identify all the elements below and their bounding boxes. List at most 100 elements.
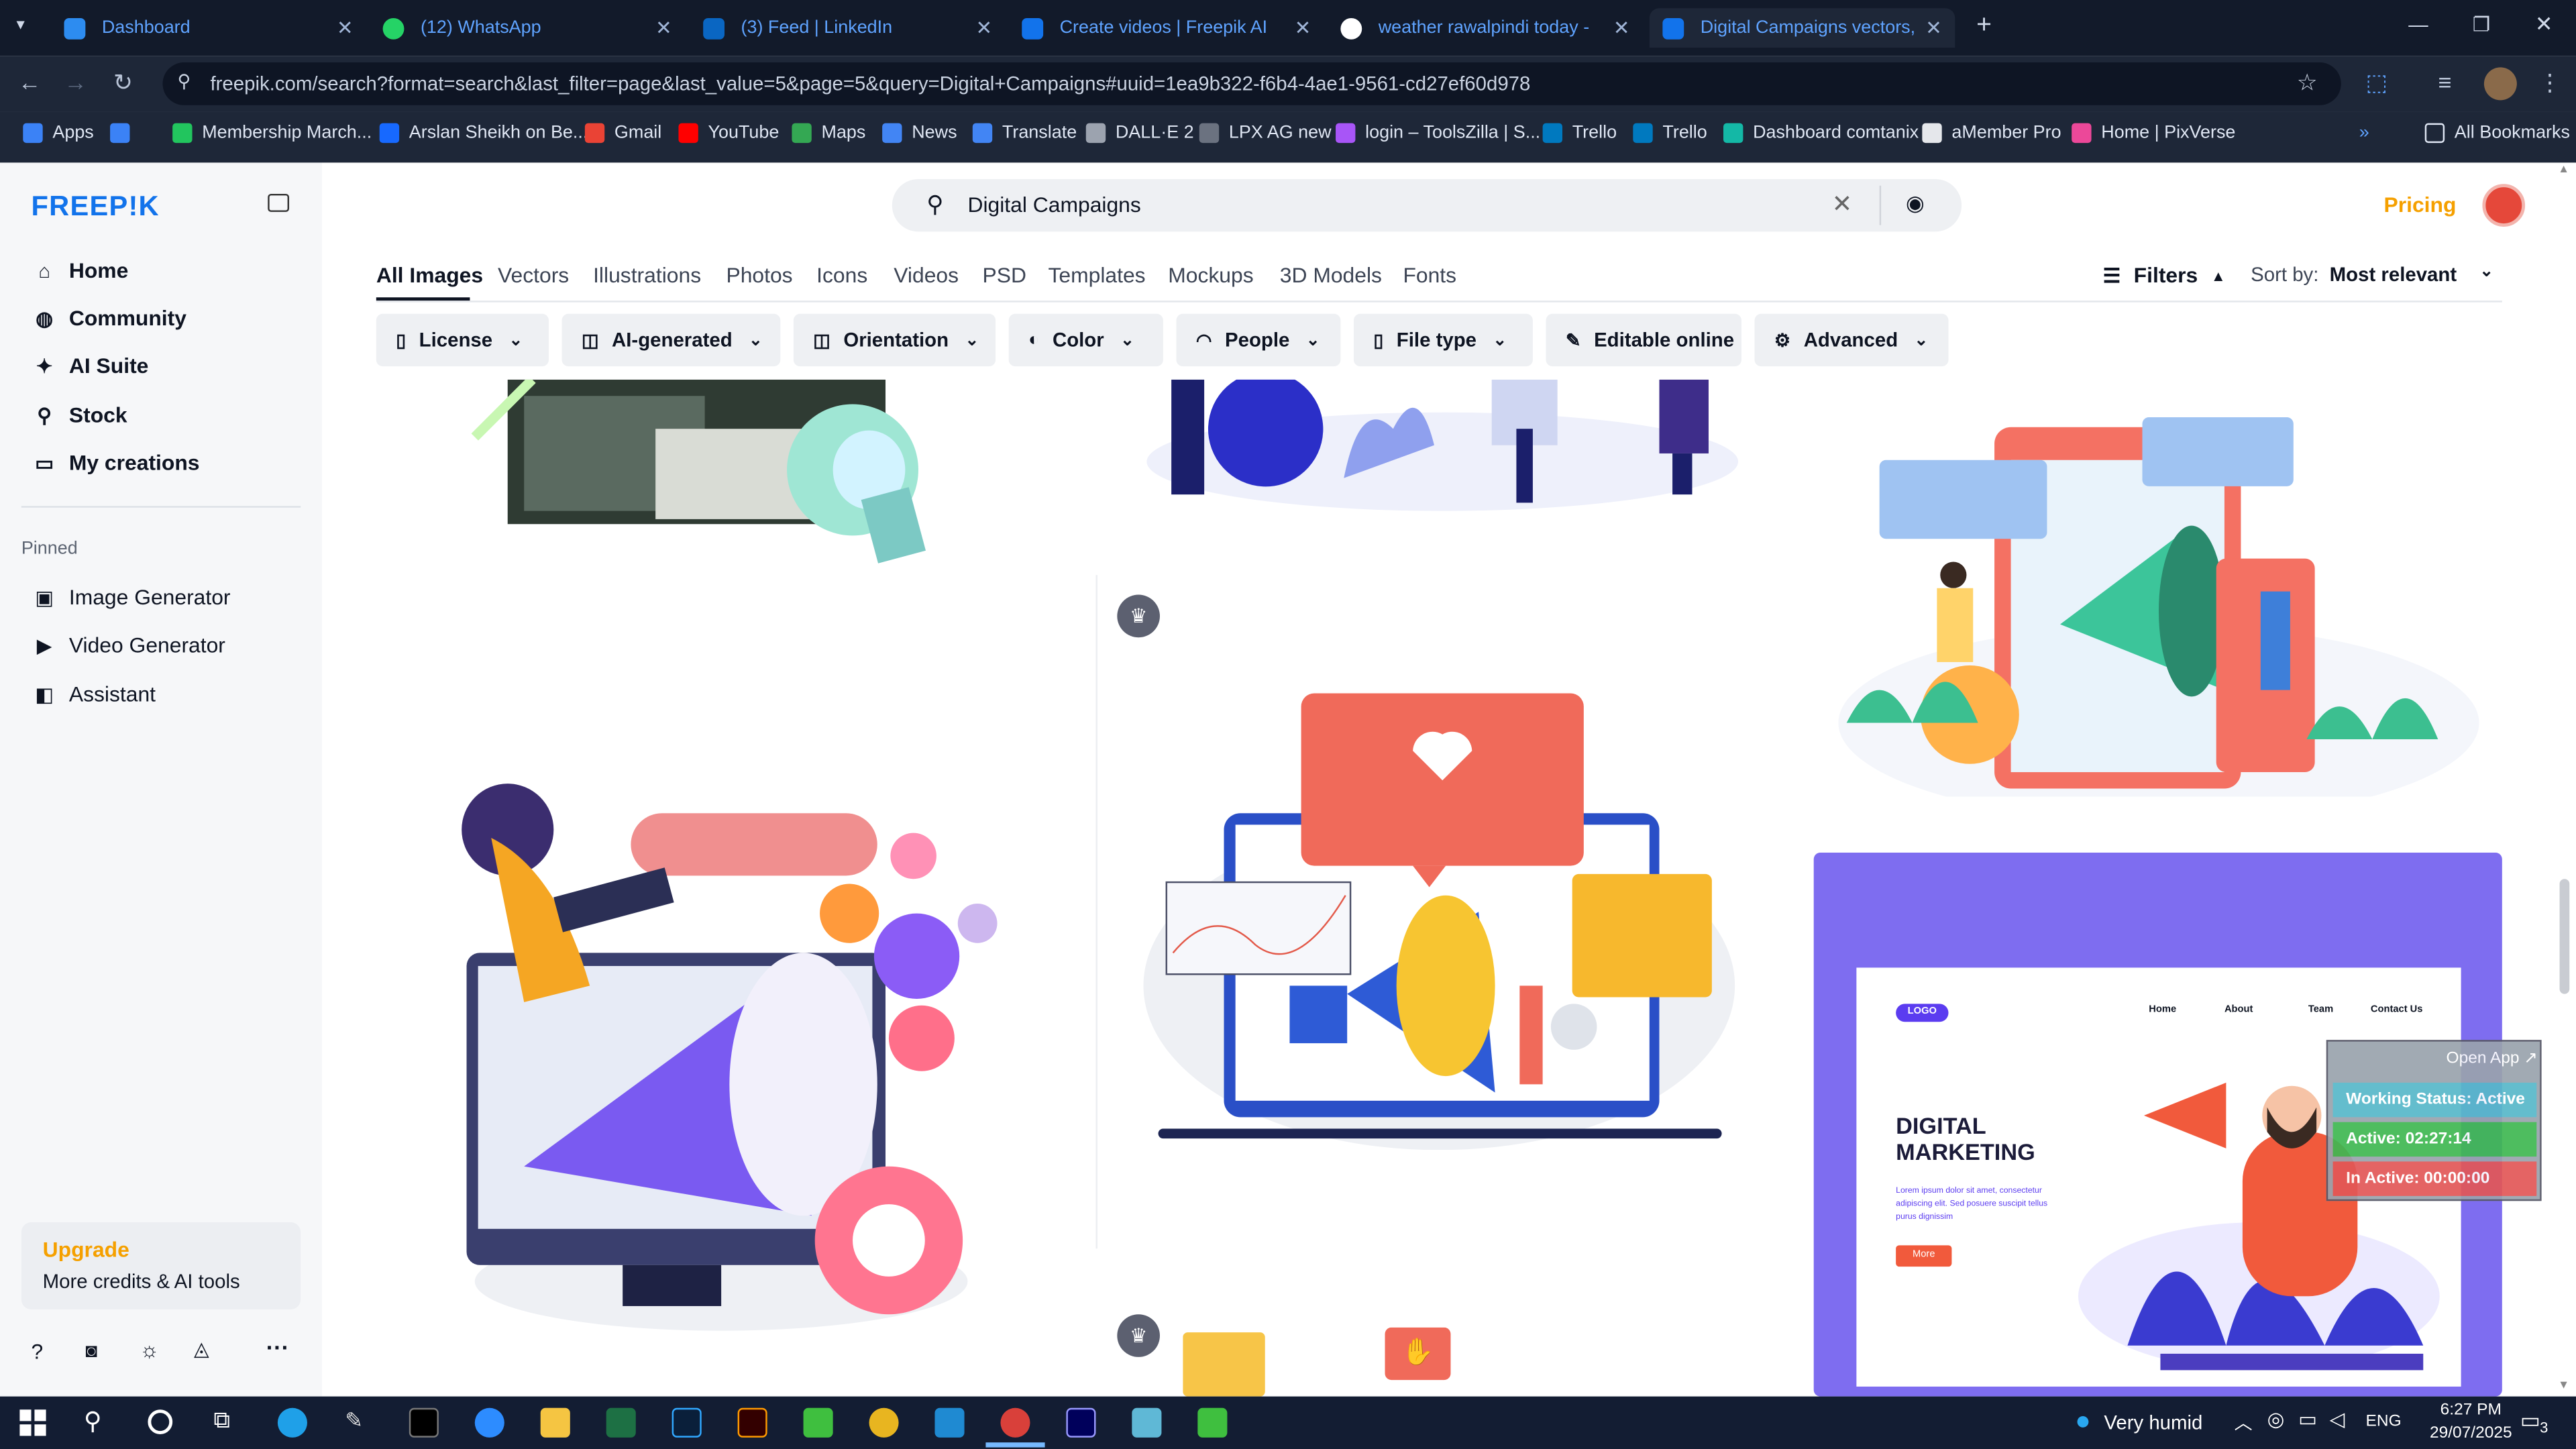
filter-advanced[interactable]: ⚙ Advanced ⌄: [1754, 313, 1949, 367]
image-card-megaphone-phone[interactable]: [1814, 394, 2502, 797]
terminal-icon[interactable]: [409, 1407, 439, 1438]
filters-toggle[interactable]: ☰ Filters ▲: [2103, 263, 2226, 288]
minimize-button[interactable]: —: [2408, 13, 2428, 36]
filter-orientation[interactable]: ◫ Orientation ⌄: [793, 313, 996, 367]
excel-icon[interactable]: [606, 1407, 636, 1438]
omnibox[interactable]: ⚲ freepik.com/search?format=search&last_…: [162, 62, 2341, 105]
image-card-team-marketing[interactable]: [1097, 379, 1784, 574]
edge-icon[interactable]: [277, 1407, 307, 1438]
scroll-down-arrow[interactable]: ▼: [2558, 1380, 2569, 1391]
tab-illustrations[interactable]: Illustrations: [593, 263, 701, 288]
restore-button[interactable]: ❐: [2473, 13, 2490, 36]
filter-license[interactable]: ▯ License ⌄: [376, 313, 549, 367]
tab-psd[interactable]: PSD: [983, 263, 1026, 288]
notifications-icon[interactable]: ◬: [194, 1337, 209, 1360]
sidebar-item-home[interactable]: ⌂ Home: [33, 258, 128, 282]
green-app-icon[interactable]: [1197, 1407, 1228, 1438]
cortana-icon[interactable]: [148, 1409, 173, 1434]
clear-search-icon[interactable]: ✕: [1832, 189, 1853, 219]
help-icon[interactable]: ?: [32, 1339, 44, 1364]
premium-crown-badge[interactable]: ♛: [1117, 594, 1160, 638]
bookmark-item[interactable]: YouTube: [678, 123, 779, 144]
camera-search-icon[interactable]: ◉: [1906, 191, 1925, 217]
tab-mockups[interactable]: Mockups: [1168, 263, 1253, 288]
theme-icon[interactable]: ☼: [140, 1337, 159, 1362]
close-icon[interactable]: ✕: [1613, 16, 1630, 39]
pricing-link[interactable]: Pricing: [2383, 193, 2456, 217]
blue-app-icon[interactable]: [1132, 1407, 1162, 1438]
tray-chevron-icon[interactable]: ︿: [2235, 1409, 2253, 1436]
upgrade-card[interactable]: Upgrade More credits & AI tools: [21, 1222, 301, 1309]
photoshop-icon[interactable]: [672, 1407, 702, 1438]
clock-time[interactable]: 6:27 PM: [2422, 1401, 2520, 1419]
bookmark-star-icon[interactable]: ☆: [2297, 69, 2318, 97]
close-window-button[interactable]: ✕: [2535, 11, 2553, 38]
vscode-icon[interactable]: [934, 1407, 965, 1438]
sidebar-item-assistant[interactable]: ◧ Assistant: [33, 682, 156, 706]
sidebar-item-image-generator[interactable]: ▣ Image Generator: [33, 585, 231, 610]
bookmark-item[interactable]: Trello: [1633, 123, 1707, 144]
bookmark-item[interactable]: DALL·E 2: [1085, 123, 1194, 144]
meet-icon[interactable]: ◎: [2267, 1408, 2285, 1431]
reload-icon[interactable]: ↻: [113, 69, 133, 97]
search-icon[interactable]: ⚲: [84, 1406, 102, 1436]
filter-file-type[interactable]: ▯ File type ⌄: [1353, 313, 1533, 367]
file-explorer-icon[interactable]: [540, 1407, 570, 1438]
tab-linkedin[interactable]: (3) Feed | LinkedIn ✕: [703, 8, 992, 48]
tab-dashboard[interactable]: Dashboard ✕: [64, 8, 354, 48]
back-arrow-icon[interactable]: ←: [18, 69, 41, 95]
notification-center-icon[interactable]: ▭: [2520, 1408, 2540, 1434]
green-app-icon[interactable]: [803, 1407, 833, 1438]
bookmark-item[interactable]: Gmail: [584, 123, 661, 144]
sidebar-item-stock[interactable]: ⚲ Stock: [33, 402, 127, 427]
search-bar[interactable]: ⚲ Digital Campaigns ✕ ◉: [892, 178, 1962, 232]
filter-people[interactable]: ◠ People ⌄: [1176, 313, 1341, 367]
tab-3d-models[interactable]: 3D Models: [1280, 263, 1382, 288]
tab-videos[interactable]: Videos: [894, 263, 959, 288]
tab-whatsapp[interactable]: (12) WhatsApp ✕: [382, 8, 672, 48]
close-icon[interactable]: ✕: [655, 16, 672, 39]
bookmark-item[interactable]: Translate: [972, 123, 1077, 144]
all-bookmarks-folder[interactable]: All Bookmarks: [2424, 123, 2570, 144]
media-control-icon[interactable]: ≡: [2438, 69, 2451, 95]
bookmark-item[interactable]: login – ToolsZilla | S...: [1336, 123, 1540, 144]
bookmarks-overflow-button[interactable]: »: [2359, 123, 2369, 143]
user-avatar[interactable]: [2482, 184, 2526, 227]
tab-google-weather[interactable]: weather rawalpindi today - Goo✕: [1340, 8, 1629, 48]
network-icon[interactable]: ▭: [2298, 1408, 2317, 1431]
page-scrollbar[interactable]: [2559, 879, 2570, 994]
chrome-active-icon[interactable]: [1000, 1407, 1030, 1438]
tab-search-button[interactable]: ▾: [16, 16, 24, 34]
tab-icons[interactable]: Icons: [816, 263, 867, 288]
tab-all-images[interactable]: All Images: [376, 263, 483, 288]
new-tab-button[interactable]: +: [1976, 11, 1992, 41]
image-card-laptop-megaphone[interactable]: [1134, 682, 1745, 1150]
bookmark-item[interactable]: Dashboard comtanix: [1723, 123, 1919, 144]
site-info-icon[interactable]: ⚲: [177, 70, 191, 92]
filter-editable-online[interactable]: ✎ Editable online: [1546, 313, 1741, 367]
clock-date[interactable]: 29/07/2025: [2414, 1424, 2528, 1442]
chrome-icon[interactable]: [869, 1407, 899, 1438]
tab-templates[interactable]: Templates: [1048, 263, 1145, 288]
filter-ai-generated[interactable]: ◫ AI-generated ⌄: [561, 313, 781, 367]
premium-crown-badge[interactable]: ♛: [1117, 1314, 1160, 1357]
sort-dropdown[interactable]: Most relevant ⌄: [2330, 263, 2493, 286]
image-card-megaphone-computer[interactable]: [376, 772, 1067, 1339]
bookmark-apps[interactable]: Apps: [23, 123, 94, 144]
tab-photos[interactable]: Photos: [726, 263, 792, 288]
tab-freepik-videos[interactable]: Create videos | Freepik AI ✕: [1022, 8, 1311, 48]
tab-vectors[interactable]: Vectors: [498, 263, 569, 288]
url-text[interactable]: freepik.com/search?format=search&last_fi…: [210, 72, 1530, 95]
bookmark-item[interactable]: Maps: [792, 123, 865, 144]
sidebar-item-ai-suite[interactable]: ✦ AI Suite: [33, 354, 149, 378]
bookmark-item[interactable]: News: [882, 123, 957, 144]
search-input[interactable]: Digital Campaigns: [967, 193, 1140, 217]
volume-icon[interactable]: ◁: [2330, 1408, 2345, 1431]
scroll-up-arrow[interactable]: ▲: [2558, 164, 2569, 176]
discord-icon[interactable]: ◙: [85, 1339, 97, 1362]
bookmark-grid[interactable]: [110, 123, 140, 144]
illustrator-icon[interactable]: [737, 1407, 767, 1438]
bookmark-item[interactable]: Trello: [1542, 123, 1617, 144]
tab-fonts[interactable]: Fonts: [1403, 263, 1456, 288]
bookmark-item[interactable]: Arslan Sheikh on Be...: [379, 123, 588, 144]
